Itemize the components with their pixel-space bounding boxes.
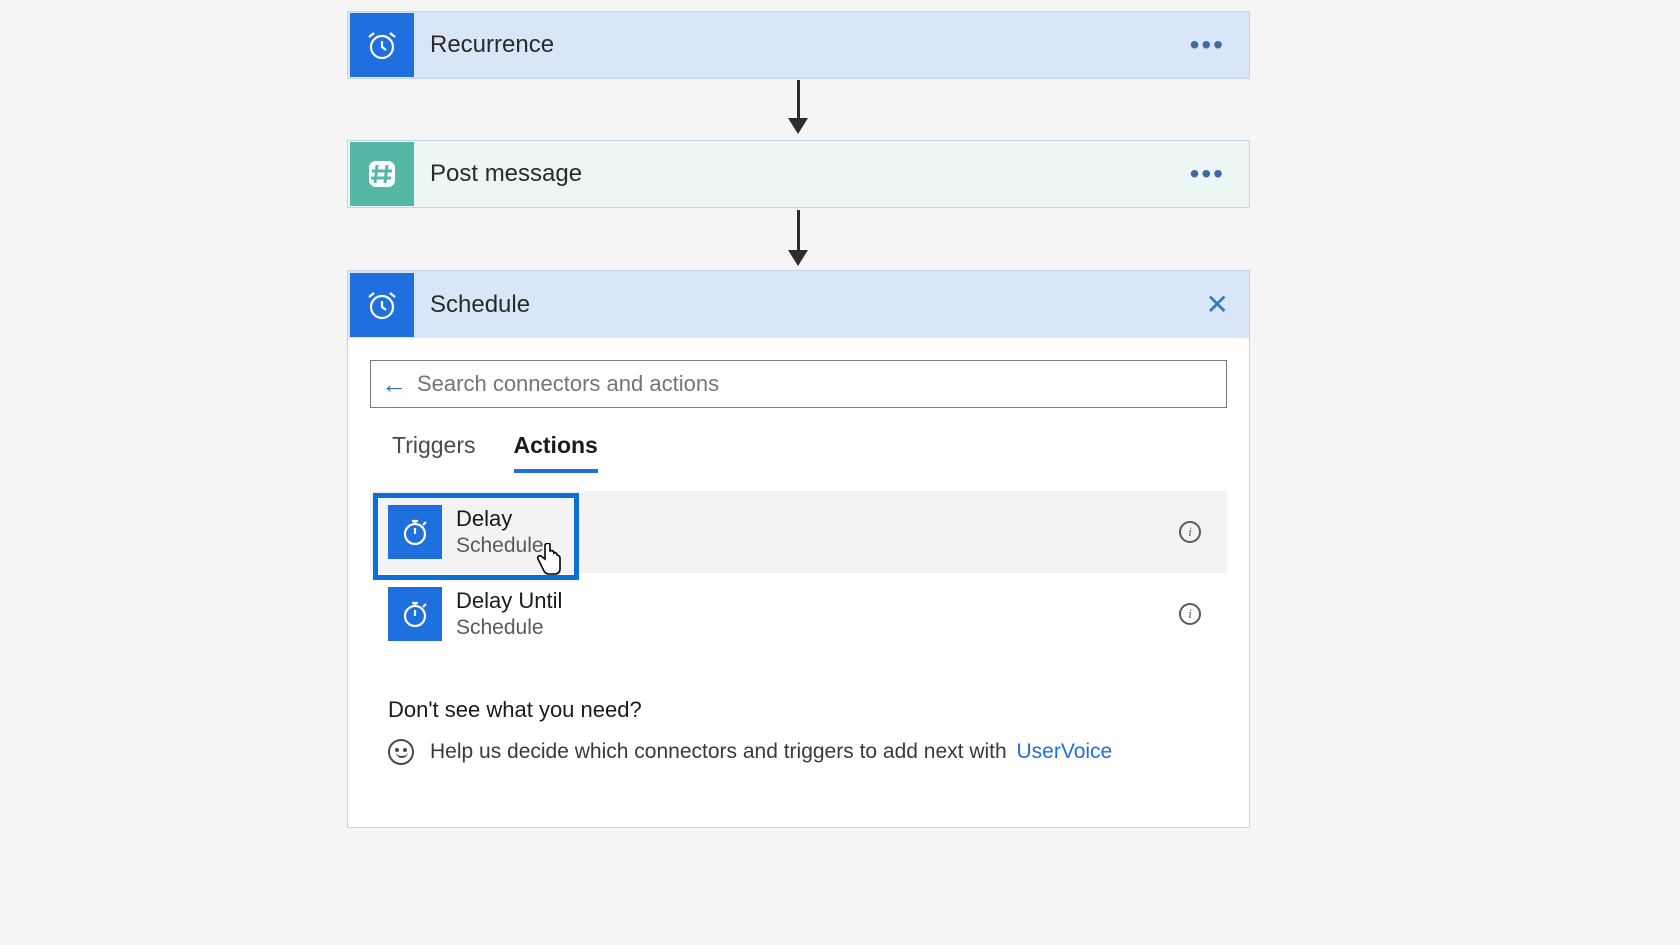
tab-actions[interactable]: Actions xyxy=(514,432,598,473)
schedule-panel-body: ← Triggers Actions Delay Schedule xyxy=(347,338,1250,828)
action-title: Delay Until xyxy=(456,588,1179,614)
action-list: Delay Schedule i Delay Until Schedule xyxy=(370,491,1227,655)
post-message-title: Post message xyxy=(430,160,1190,188)
need-text: Help us decide which connectors and trig… xyxy=(430,740,1007,763)
tabs-row: Triggers Actions xyxy=(370,432,1227,473)
action-item-delay-until[interactable]: Delay Until Schedule i xyxy=(370,573,1227,655)
post-message-step-card[interactable]: Post message ••• xyxy=(347,140,1250,208)
hash-icon xyxy=(350,142,414,206)
action-item-delay[interactable]: Delay Schedule i xyxy=(370,491,1227,573)
tab-triggers[interactable]: Triggers xyxy=(392,432,476,473)
action-subtitle: Schedule xyxy=(456,616,1179,640)
info-icon[interactable]: i xyxy=(1179,603,1201,625)
back-arrow-icon[interactable]: ← xyxy=(381,369,407,400)
action-subtitle: Schedule xyxy=(456,534,1179,558)
clock-icon xyxy=(350,273,414,337)
need-more-section: Don't see what you need? Help us decide … xyxy=(370,697,1227,765)
stopwatch-icon xyxy=(388,505,442,559)
flow-arrow-icon xyxy=(795,80,801,134)
schedule-panel-header: Schedule ✕ xyxy=(347,270,1250,338)
clock-icon xyxy=(350,13,414,77)
recurrence-title: Recurrence xyxy=(430,31,1190,59)
close-icon[interactable]: ✕ xyxy=(1206,288,1229,321)
schedule-title: Schedule xyxy=(430,291,1206,319)
smiley-icon xyxy=(388,739,414,765)
flow-arrow-icon xyxy=(795,210,801,266)
search-row: ← xyxy=(370,360,1227,408)
action-title: Delay xyxy=(456,506,1179,532)
info-icon[interactable]: i xyxy=(1179,521,1201,543)
search-input[interactable] xyxy=(417,371,1216,397)
need-title: Don't see what you need? xyxy=(388,697,1227,723)
stopwatch-icon xyxy=(388,587,442,641)
uservoice-link[interactable]: UserVoice xyxy=(1017,740,1113,763)
recurrence-step-card[interactable]: Recurrence ••• xyxy=(347,11,1250,79)
